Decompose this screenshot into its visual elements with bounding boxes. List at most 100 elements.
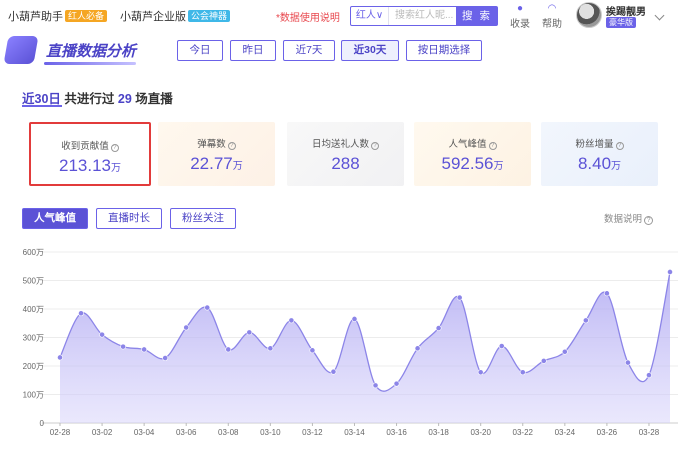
headset-icon: ◠ bbox=[547, 3, 557, 14]
summary-underline bbox=[22, 105, 62, 107]
stat-unit: 万 bbox=[111, 163, 121, 174]
collect-button[interactable]: ● 收录 bbox=[507, 3, 533, 30]
bag-icon: ● bbox=[516, 3, 524, 14]
stat-label: 人气峰值 bbox=[448, 139, 487, 150]
stat-label: 日均送礼人数 bbox=[311, 139, 369, 150]
x-tick-label: 03-16 bbox=[386, 428, 407, 437]
summary-post: 场直播 bbox=[135, 92, 173, 106]
help-circle-icon[interactable]: ? bbox=[371, 142, 379, 150]
x-tick-label: 03-20 bbox=[470, 428, 491, 437]
data-point bbox=[288, 317, 295, 324]
x-tick-label: 03-18 bbox=[428, 428, 449, 437]
stat-label: 弹幕数 bbox=[197, 139, 226, 150]
stat-unit: 万 bbox=[611, 161, 622, 172]
stat-label: 收到贡献值 bbox=[61, 141, 109, 152]
data-point bbox=[372, 382, 379, 389]
data-point bbox=[120, 343, 127, 350]
stat-card-peak-popularity: 人气峰值? 592.56万 bbox=[414, 122, 531, 186]
stat-unit: 万 bbox=[493, 161, 504, 172]
brand-enterprise-link[interactable]: 小葫芦企业版 公会神器 bbox=[120, 8, 231, 24]
summary-period: 近30日 bbox=[22, 92, 61, 106]
data-explanation-label: 数据说明 bbox=[604, 214, 643, 225]
help-label: 帮助 bbox=[542, 19, 562, 30]
data-point bbox=[625, 359, 631, 366]
help-circle-icon: ? bbox=[644, 216, 654, 225]
data-explanation-link[interactable]: 数据说明? bbox=[604, 211, 654, 225]
section-title: 直播数据分析 bbox=[46, 43, 137, 60]
x-tick-label: 03-06 bbox=[176, 428, 197, 437]
stat-card-gift-givers: 日均送礼人数? 288 bbox=[287, 122, 404, 186]
data-point bbox=[78, 310, 84, 317]
range-7days-button[interactable]: 近7天 bbox=[283, 40, 335, 61]
x-tick-label: 03-14 bbox=[344, 428, 365, 437]
data-point bbox=[330, 368, 337, 375]
data-point bbox=[246, 329, 253, 336]
stat-value: 213.13 bbox=[59, 156, 111, 175]
x-tick-label: 03-04 bbox=[134, 428, 155, 437]
data-usage-link[interactable]: *数据使用说明 bbox=[276, 9, 340, 24]
stat-value: 592.56 bbox=[441, 154, 494, 173]
stat-card-contribution: 收到贡献值? 213.13万 bbox=[29, 122, 151, 186]
x-tick-label: 03-10 bbox=[260, 428, 281, 437]
data-point bbox=[435, 325, 442, 331]
user-name[interactable]: 挨踢靓男 bbox=[606, 3, 646, 18]
range-yesterday-button[interactable]: 昨日 bbox=[230, 40, 276, 61]
avatar[interactable] bbox=[576, 2, 602, 28]
range-30days-button[interactable]: 近30天 bbox=[341, 40, 399, 61]
data-point bbox=[519, 369, 526, 376]
data-point bbox=[183, 324, 190, 331]
y-tick-label: 300万 bbox=[23, 334, 44, 343]
data-point bbox=[498, 343, 505, 349]
search-category-select[interactable]: 红人∨ bbox=[351, 7, 389, 25]
help-circle-icon[interactable]: ? bbox=[488, 142, 497, 150]
data-point bbox=[351, 316, 358, 322]
y-tick-label: 600万 bbox=[23, 248, 44, 257]
brand-helper-name: 小葫芦助手 bbox=[8, 11, 63, 23]
data-point bbox=[582, 317, 589, 324]
help-circle-icon[interactable]: ? bbox=[227, 142, 236, 150]
data-point bbox=[456, 294, 463, 301]
chevron-down-icon[interactable] bbox=[654, 10, 665, 21]
section-header: 直播数据分析 今日 昨日 近7天 近30天 按日期选择 bbox=[0, 32, 682, 68]
summary-count: 29 bbox=[117, 92, 132, 106]
tab-fans-follow[interactable]: 粉丝关注 bbox=[170, 208, 236, 229]
y-tick-label: 200万 bbox=[23, 362, 44, 371]
data-point bbox=[162, 355, 169, 361]
help-button[interactable]: ◠ 帮助 bbox=[539, 3, 565, 30]
data-point bbox=[561, 348, 568, 355]
stat-value: 288 bbox=[331, 154, 360, 173]
help-circle-icon[interactable]: ? bbox=[110, 144, 119, 152]
y-tick-label: 0 bbox=[40, 419, 45, 428]
data-point bbox=[540, 357, 547, 364]
stat-label: 粉丝增量 bbox=[575, 139, 614, 150]
data-point bbox=[393, 380, 400, 387]
x-tick-label: 03-12 bbox=[302, 428, 323, 437]
x-tick-label: 02-28 bbox=[50, 428, 71, 437]
help-circle-icon[interactable]: ? bbox=[615, 142, 624, 150]
data-point bbox=[414, 345, 421, 352]
tab-live-duration[interactable]: 直播时长 bbox=[96, 208, 162, 229]
x-tick-label: 03-26 bbox=[597, 428, 618, 437]
search-button[interactable]: 搜 索 bbox=[456, 6, 498, 26]
vip-badge: 豪华版 bbox=[606, 17, 636, 28]
data-point bbox=[99, 331, 105, 338]
range-custom-date-button[interactable]: 按日期选择 bbox=[406, 40, 482, 61]
y-tick-label: 500万 bbox=[23, 277, 44, 286]
data-point bbox=[477, 369, 484, 376]
brand-enterprise-tag: 公会神器 bbox=[188, 10, 231, 22]
data-point bbox=[646, 372, 652, 379]
brand-helper-link[interactable]: 小葫芦助手 红人必备 bbox=[8, 8, 108, 24]
brand-enterprise-name: 小葫芦企业版 bbox=[120, 11, 186, 23]
stat-unit: 万 bbox=[232, 161, 243, 172]
data-point bbox=[603, 290, 610, 297]
data-point bbox=[141, 346, 148, 353]
range-today-button[interactable]: 今日 bbox=[177, 40, 223, 61]
popularity-area-chart: 0 100万 200万 300万 400万 500万 600万 02-28 03-02 03-04… bbox=[23, 248, 678, 437]
x-tick-label: 03-02 bbox=[92, 428, 113, 437]
tab-peak-popularity[interactable]: 人气峰值 bbox=[22, 208, 88, 229]
data-point bbox=[267, 345, 274, 352]
stat-card-danmaku: 弹幕数? 22.77万 bbox=[158, 122, 275, 186]
y-tick-label: 100万 bbox=[23, 391, 44, 400]
chart-section-icon bbox=[3, 36, 39, 64]
top-bar: 小葫芦助手 红人必备 小葫芦企业版 公会神器 *数据使用说明 红人∨ 搜索红人昵..… bbox=[0, 0, 682, 32]
